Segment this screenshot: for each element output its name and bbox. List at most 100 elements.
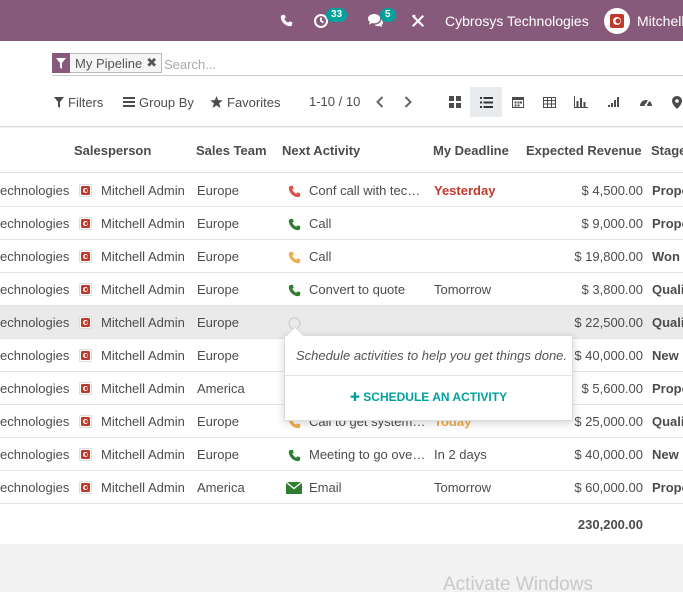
expected-revenue-cell: $ 3,800.00: [581, 282, 643, 297]
customer-cell: echnologies: [0, 249, 70, 264]
graph-view-button[interactable]: [565, 87, 597, 117]
search-input[interactable]: [164, 54, 564, 74]
filters-label: Filters: [68, 94, 104, 110]
chevron-right-icon: [404, 96, 412, 108]
phone-icon[interactable]: [286, 183, 302, 199]
stage-cell: Propo: [652, 480, 683, 495]
salesperson-cell: Mitchell Admin: [101, 315, 185, 330]
messages-systray-icon[interactable]: [367, 0, 384, 41]
stage-cell: Propo: [652, 381, 683, 396]
salesperson-cell: Mitchell Admin: [101, 414, 185, 429]
remove-facet-icon[interactable]: ✖: [146, 55, 161, 71]
table-row[interactable]: echnologies Mitchell Admin America Email Tom…: [0, 471, 683, 504]
table-icon: [542, 96, 556, 108]
star-icon: [210, 96, 223, 108]
facet-label: My Pipeline: [75, 55, 143, 71]
cohort-view-button[interactable]: [598, 87, 630, 117]
dashboard-view-button[interactable]: [630, 87, 662, 117]
salesperson-avatar: [79, 250, 92, 263]
next-activity-cell: Call: [309, 249, 332, 264]
table-header: Salesperson Sales Team Next Activity My …: [0, 128, 683, 173]
pager-next-button[interactable]: [398, 91, 418, 113]
column-header-salesperson[interactable]: Salesperson: [74, 143, 151, 158]
pager-value[interactable]: 1-10 / 10: [309, 94, 360, 109]
column-header-expected-revenue[interactable]: Expected Revenue: [526, 143, 642, 158]
schedule-activity-label: SCHEDULE AN ACTIVITY: [363, 390, 508, 404]
sales-team-cell: Europe: [197, 249, 239, 264]
customer-cell: echnologies: [0, 480, 70, 495]
expected-revenue-cell: $ 22,500.00: [574, 315, 643, 330]
map-view-button[interactable]: [661, 87, 683, 117]
activity-popover: Schedule activities to help you get thin…: [284, 326, 573, 421]
stage-cell: Quali: [652, 315, 683, 330]
favorites-button[interactable]: Favorites: [210, 91, 280, 113]
expected-revenue-cell: $ 19,800.00: [574, 249, 643, 264]
expected-revenue-cell: $ 60,000.00: [574, 480, 643, 495]
deadline-cell: Tomorrow: [434, 480, 492, 495]
company-switcher[interactable]: Cybrosys Technologies: [445, 0, 589, 41]
envelope-icon[interactable]: [286, 480, 302, 496]
stage-cell: Propo: [652, 216, 683, 231]
group-by-button[interactable]: Group By: [123, 91, 194, 113]
table-row[interactable]: echnologies Mitchell Admin Europe Meeting t…: [0, 438, 683, 471]
control-panel: My Pipeline ✖ Filters Group By Favorites…: [0, 41, 683, 127]
stage-cell: Propo: [652, 183, 683, 198]
activity-count-badge: 33: [326, 8, 348, 22]
plus-icon: ✚: [349, 390, 364, 404]
deadline-cell: Tomorrow: [434, 282, 492, 297]
schedule-activity-button[interactable]: ✚ SCHEDULE AN ACTIVITY: [285, 390, 572, 404]
sales-team-cell: Europe: [197, 282, 239, 297]
calendar-view-button[interactable]: [502, 87, 534, 117]
group-by-label: Group By: [139, 94, 194, 110]
table-row[interactable]: echnologies Mitchell Admin Europe Convert t…: [0, 273, 683, 306]
debug-tools-icon[interactable]: [411, 0, 425, 41]
next-activity-cell: Convert to quote: [309, 282, 406, 297]
sales-team-cell: America: [197, 381, 245, 396]
stage-cell: Quali: [652, 282, 683, 297]
sales-team-cell: America: [197, 480, 245, 495]
list-view-button[interactable]: [470, 87, 502, 117]
phone-icon[interactable]: [286, 447, 302, 463]
favorites-label: Favorites: [227, 94, 281, 110]
bar-chart-icon: [574, 96, 588, 108]
customer-cell: echnologies: [0, 447, 70, 462]
pivot-view-button[interactable]: [533, 87, 565, 117]
expected-revenue-cell: $ 9,000.00: [581, 216, 643, 231]
expected-revenue-cell: $ 4,500.00: [581, 183, 643, 198]
salesperson-cell: Mitchell Admin: [101, 183, 185, 198]
salesperson-cell: Mitchell Admin: [101, 480, 185, 495]
column-header-next-activity[interactable]: Next Activity: [282, 143, 360, 158]
pager-previous-button[interactable]: [370, 91, 390, 113]
user-menu[interactable]: Mitchell: [604, 0, 683, 41]
filter-facet-icon: [52, 53, 70, 73]
phone-icon[interactable]: [286, 216, 302, 232]
phone-systray-icon[interactable]: [280, 0, 293, 41]
salesperson-avatar: [79, 349, 92, 362]
popover-divider: [285, 375, 572, 376]
table-row[interactable]: echnologies Mitchell Admin Europe Conf call…: [0, 174, 683, 207]
kanban-view-button[interactable]: [439, 87, 471, 117]
column-header-deadline[interactable]: My Deadline: [433, 143, 509, 158]
sales-team-cell: Europe: [197, 315, 239, 330]
phone-icon[interactable]: [286, 249, 302, 265]
message-count-badge: 5: [380, 8, 396, 22]
salesperson-cell: Mitchell Admin: [101, 447, 185, 462]
salesperson-avatar: [79, 415, 92, 428]
deadline-cell: In 2 days: [434, 447, 487, 462]
customer-cell: echnologies: [0, 381, 70, 396]
activity-systray-icon[interactable]: [313, 0, 329, 41]
search-facet[interactable]: My Pipeline ✖: [52, 53, 163, 73]
table-row[interactable]: echnologies Mitchell Admin Europe Call $ 9,0…: [0, 207, 683, 240]
salesperson-avatar: [79, 316, 92, 329]
expected-revenue-cell: $ 40,000.00: [574, 447, 643, 462]
table-row[interactable]: echnologies Mitchell Admin Europe Call $ 19,…: [0, 240, 683, 273]
deadline-cell: Yesterday: [434, 183, 496, 198]
column-header-stage[interactable]: Stage: [651, 143, 683, 158]
map-marker-icon: [672, 95, 682, 109]
sales-team-cell: Europe: [197, 414, 239, 429]
column-header-sales-team[interactable]: Sales Team: [196, 143, 267, 158]
phone-icon[interactable]: [286, 282, 302, 298]
activate-windows-watermark: Activate Windows: [443, 574, 593, 592]
filters-button[interactable]: Filters: [54, 91, 103, 113]
salesperson-cell: Mitchell Admin: [101, 282, 185, 297]
